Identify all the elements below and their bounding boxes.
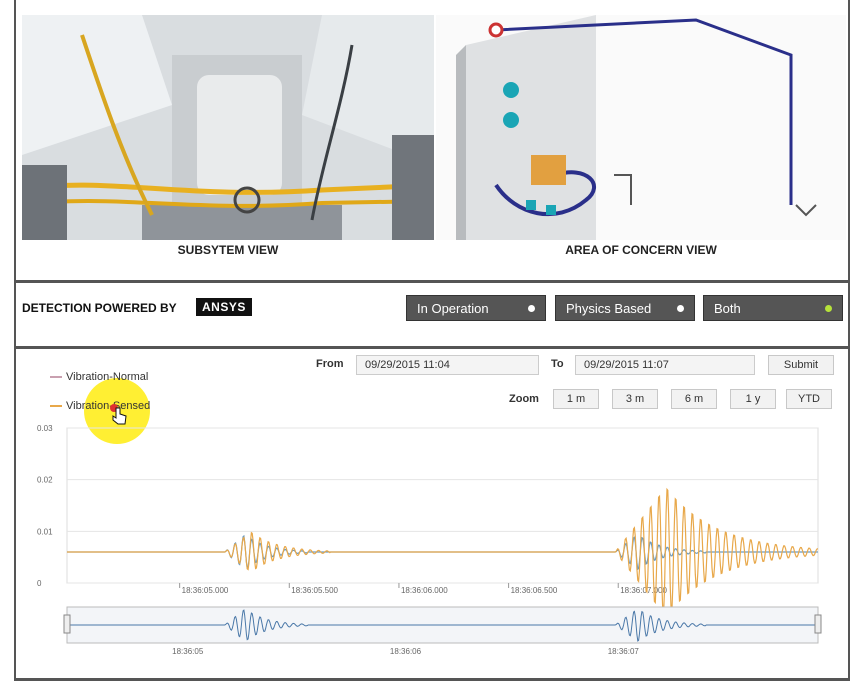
navigator-handle-left: [63, 614, 71, 634]
y-tick-label: 0.01: [37, 527, 53, 536]
x-tick-label: 18:36:06.000: [401, 586, 448, 595]
plot-frame: [66, 427, 819, 584]
vibration-chart: 0 0.01 0.02 0.03 18:36:05.000 18:36:05.500 18:…: [37, 424, 822, 656]
x-tick-label: 18:36:05.500: [291, 586, 338, 595]
y-tick-label: 0.03: [37, 424, 53, 433]
y-tick-label: 0.02: [37, 476, 53, 485]
navigator-handle-right: [814, 614, 822, 634]
x-tick-label: 18:36:05.000: [182, 586, 229, 595]
navigator-tick-label: 18:36:07: [608, 647, 640, 656]
navigator-tick-label: 18:36:06: [390, 647, 422, 656]
x-tick-label: 18:36:07.000: [620, 586, 667, 595]
navigator-tick-label: 18:36:05: [172, 647, 204, 656]
y-tick-label: 0: [37, 579, 42, 588]
x-tick-label: 18:36:06.500: [511, 586, 558, 595]
